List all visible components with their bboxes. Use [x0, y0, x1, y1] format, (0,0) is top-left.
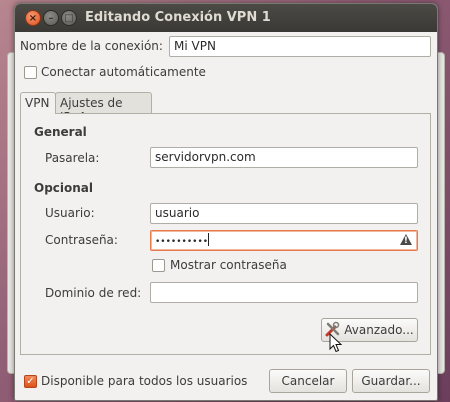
tab-ipv4-settings[interactable]: Ajustes de IPv4 [55, 92, 152, 124]
show-password-label: Mostrar contraseña [170, 258, 287, 272]
window-title: Editando Conexión VPN 1 [85, 10, 271, 25]
gateway-input[interactable]: servidorvpn.com [150, 147, 418, 168]
all-users-label: Disponible para todos los usuarios [41, 374, 248, 388]
autoconnect-checkbox[interactable] [24, 66, 37, 79]
tab-vpn[interactable]: VPN [20, 92, 56, 114]
text-caret [208, 233, 210, 246]
domain-input[interactable] [150, 282, 418, 303]
mouse-cursor-icon [329, 332, 343, 356]
password-mask: •••••••••• [155, 237, 209, 247]
save-button[interactable]: Guardar... [352, 369, 430, 393]
connection-name-label: Nombre de la conexión: [20, 39, 163, 53]
user-label: Usuario: [45, 206, 95, 220]
optional-heading: Opcional [34, 181, 94, 195]
vpn-tab-panel: General Pasarela: servidorvpn.com Opcion… [20, 113, 431, 355]
autoconnect-label: Conectar automáticamente [41, 65, 206, 79]
titlebar: × – □ Editando Conexión VPN 1 [15, 4, 437, 32]
show-password-checkbox[interactable] [152, 259, 165, 272]
password-label: Contraseña: [45, 233, 118, 247]
maximize-icon[interactable]: □ [61, 10, 77, 26]
user-input[interactable]: usuario [150, 203, 418, 224]
vpn-edit-dialog: × – □ Editando Conexión VPN 1 Nombre de … [14, 3, 438, 401]
cancel-button[interactable]: Cancelar [269, 369, 347, 393]
all-users-checkbox[interactable]: ✓ [24, 375, 37, 388]
advanced-button-label: Avanzado... [344, 323, 414, 337]
general-heading: General [34, 125, 87, 139]
password-input[interactable]: •••••••••• ! [150, 230, 418, 251]
domain-label: Dominio de red: [45, 286, 142, 300]
close-icon[interactable]: × [25, 10, 41, 26]
warning-mark: ! [403, 236, 408, 246]
minimize-icon[interactable]: – [43, 10, 59, 26]
gateway-label: Pasarela: [45, 151, 100, 165]
connection-name-input[interactable]: Mi VPN [169, 36, 431, 57]
tab-vpn-label: VPN [25, 96, 50, 110]
